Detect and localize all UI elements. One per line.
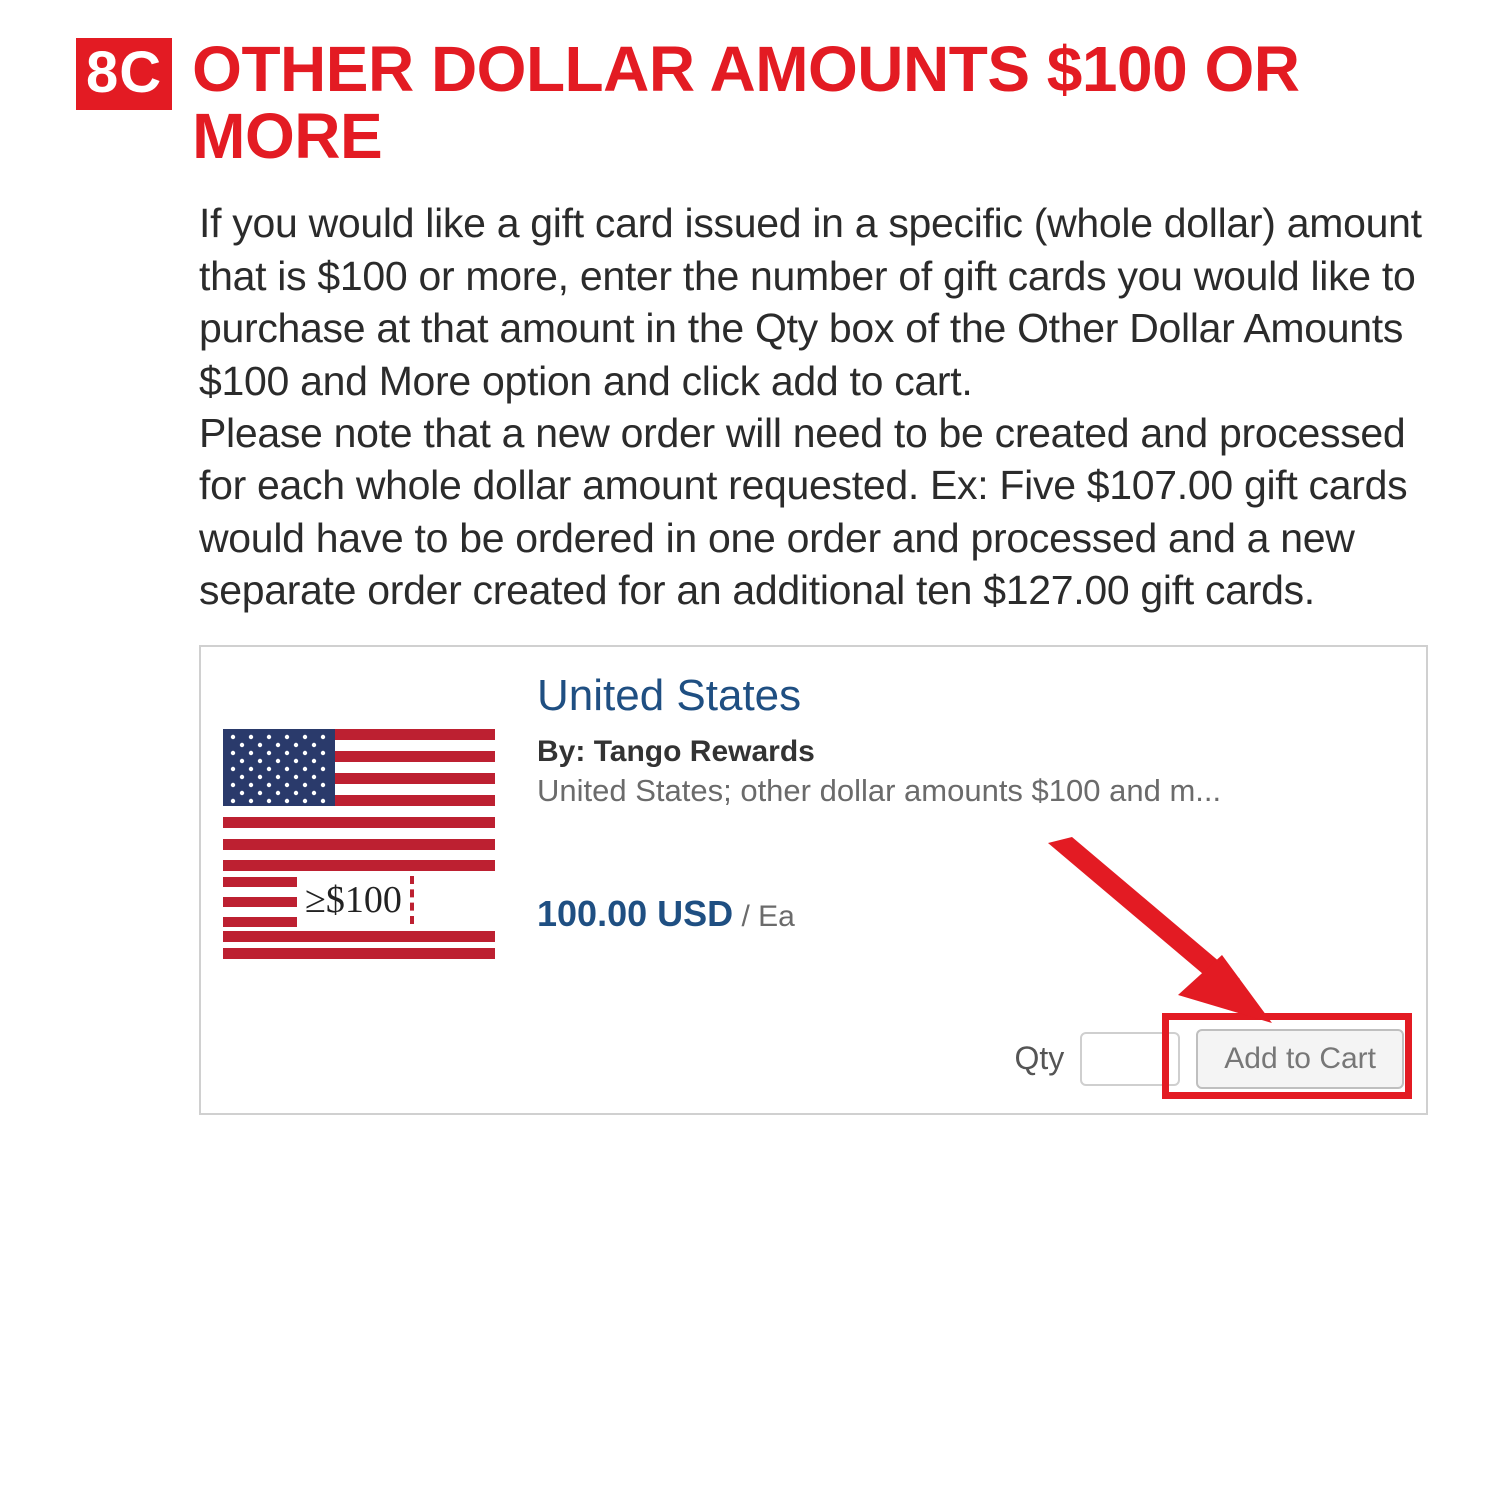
product-vendor-prefix: By: (537, 735, 594, 768)
product-description: United States; other dollar amounts $100… (537, 773, 1404, 809)
product-title[interactable]: United States (537, 671, 1404, 721)
step-badge: 8C (76, 38, 172, 110)
price-amount: 100.00 USD (537, 893, 733, 934)
product-vendor-name: Tango Rewards (594, 735, 815, 768)
flag-stripes-icon (223, 871, 297, 929)
instruction-body: If you would like a gift card issued in … (199, 197, 1428, 617)
product-vendor: By: Tango Rewards (537, 735, 1404, 769)
thumbnail-amount-label: ≥$100 (305, 878, 402, 922)
product-price: 100.00 USD / Ea (537, 893, 1404, 935)
product-thumbnail: ≥$100 (223, 665, 503, 964)
section-title: OTHER DOLLAR AMOUNTS $100 OR MORE (192, 36, 1438, 169)
us-flag-icon (223, 729, 495, 871)
price-unit: / Ea (733, 900, 795, 933)
dashed-divider-icon (410, 876, 420, 924)
product-panel: ≥$100 United States By: Tango Rewards (199, 645, 1428, 1115)
flag-bottom-stripes-icon (223, 929, 495, 959)
qty-input[interactable] (1080, 1032, 1180, 1086)
qty-label: Qty (1014, 1040, 1064, 1077)
add-to-cart-button[interactable]: Add to Cart (1196, 1029, 1404, 1089)
instruction-paragraph-2: Please note that a new order will need t… (199, 407, 1428, 617)
instruction-paragraph-1: If you would like a gift card issued in … (199, 197, 1428, 407)
